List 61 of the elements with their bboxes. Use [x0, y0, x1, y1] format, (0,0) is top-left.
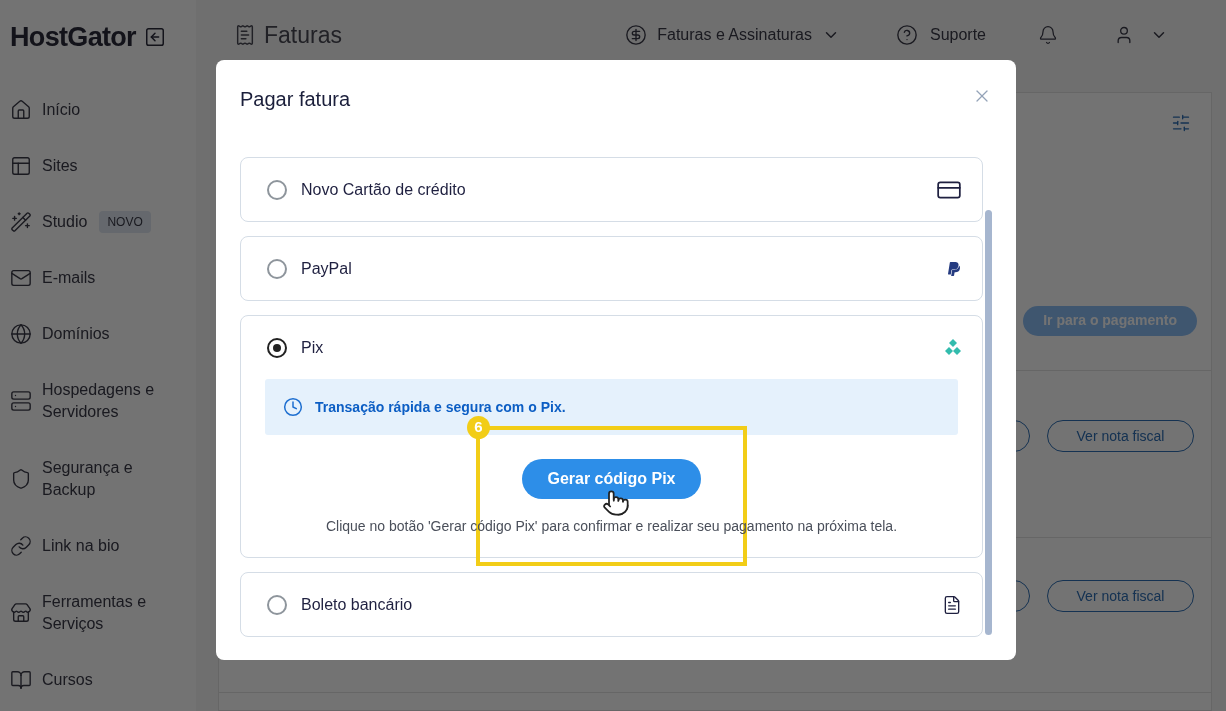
radio-button[interactable] [267, 258, 287, 279]
sidebar-label: Ferramentas e Serviços [42, 592, 148, 634]
layout-icon [10, 155, 32, 177]
logo: HostGator [10, 20, 136, 54]
shield-icon [10, 468, 32, 490]
payment-option-card[interactable]: PayPal [240, 236, 983, 301]
clock-icon [283, 397, 303, 417]
sidebar-label: Domínios [42, 324, 110, 344]
dollar-icon [625, 24, 648, 46]
generate-code-button[interactable]: Gerar código Pix [522, 459, 701, 499]
book-icon [10, 669, 32, 691]
option-label: Boleto bancário [301, 594, 414, 615]
sidebar-label: Cursos [42, 670, 93, 690]
bell-icon[interactable] [1038, 25, 1058, 45]
globe-icon [10, 323, 32, 345]
dialog-title: Pagar fatura [240, 87, 352, 111]
option-label: Pix [301, 337, 325, 358]
payment-option-card[interactable]: Novo Cartão de crédito [240, 157, 983, 222]
sidebar-label: E-mails [42, 268, 96, 288]
sidebar-label: Sites [42, 156, 78, 176]
wand-icon [10, 211, 32, 233]
mail-icon [10, 267, 32, 289]
sidebar-item[interactable]: Segurança e Backup [10, 440, 196, 518]
info-text: Transação rápida e segura com o Pix. [315, 397, 566, 417]
sidebar-item[interactable]: Início [10, 82, 196, 138]
store-icon [10, 602, 32, 624]
help-icon [895, 24, 918, 46]
paypal-logo-icon [946, 260, 962, 277]
sidebar-item[interactable]: Hospedagens e Servidores [10, 362, 196, 440]
filter-icon[interactable] [1171, 113, 1191, 133]
sidebar-item[interactable]: Link na bio [10, 518, 196, 574]
radio-button[interactable] [267, 179, 287, 200]
sidebar-item[interactable]: Domínios [10, 306, 196, 362]
collapse-icon[interactable] [143, 26, 166, 48]
sidebar-label: Início [42, 100, 81, 120]
sidebar-item[interactable]: Ferramentas e Serviços [10, 574, 196, 652]
document-icon [942, 594, 962, 615]
diamond-logo-icon [944, 338, 962, 357]
home-icon [10, 99, 32, 121]
scrollbar-thumb[interactable] [985, 210, 992, 635]
sidebar-label: Hospedagens e Servidores [42, 380, 156, 422]
sidebar-label: Segurança e Backup [42, 458, 134, 500]
payment-option-card[interactable]: Boleto bancário [240, 572, 983, 637]
sidebar-item[interactable]: Studio NOVO [10, 194, 196, 250]
sidebar-item[interactable]: Cursos [10, 652, 196, 708]
option-label: PayPal [301, 258, 353, 279]
sidebar-item[interactable]: E-mails [10, 250, 196, 306]
support-link[interactable]: Suporte [895, 23, 986, 47]
sidebar-label: Link na bio [42, 536, 120, 556]
billing-menu[interactable]: Faturas e Assinaturas [625, 23, 840, 47]
radio-button[interactable] [267, 337, 287, 358]
sidebar-label: Studio [42, 212, 88, 232]
link-icon [10, 535, 32, 557]
receipt-icon [234, 24, 256, 46]
option-label: Novo Cartão de crédito [301, 179, 467, 200]
page-title: Faturas [264, 20, 343, 50]
server-icon [10, 390, 32, 412]
sidebar-item[interactable]: Sites [10, 138, 196, 194]
new-badge: NOVO [99, 211, 151, 233]
radio-button[interactable] [267, 594, 287, 615]
hand-cursor-icon [602, 489, 630, 517]
